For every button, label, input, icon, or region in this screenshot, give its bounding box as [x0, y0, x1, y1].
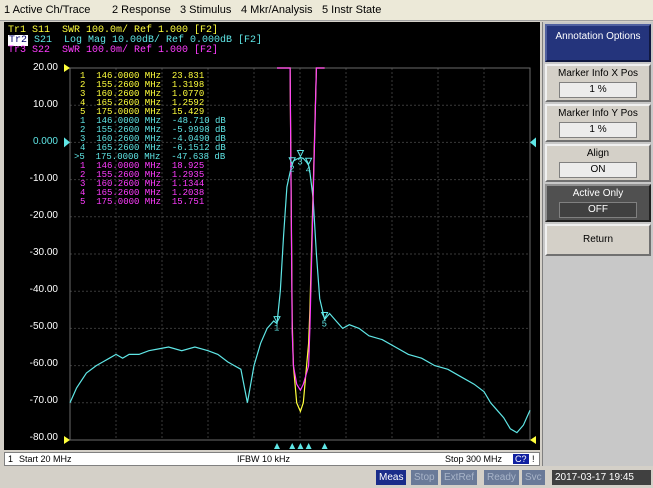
- x-axis-marker-indicator: [289, 443, 296, 449]
- svc-indicator: Svc: [522, 470, 545, 485]
- marker-info-x-pos-label: Marker Info X Pos: [557, 68, 639, 79]
- marker-info-x-pos-value[interactable]: 1 %: [559, 82, 637, 98]
- start-frequency[interactable]: Start 20 MHz: [19, 454, 72, 464]
- softkey-panel: Annotation Options Marker Info X Pos 1 %…: [542, 22, 653, 466]
- align-button[interactable]: Align ON: [545, 144, 651, 182]
- marker-table-row: 5 175.0000 MHz 15.751: [80, 197, 205, 207]
- return-button[interactable]: Return: [545, 224, 651, 256]
- y-tick-label: -10.00: [29, 173, 58, 184]
- ready-indicator: Ready: [484, 470, 519, 485]
- x-axis-marker-indicator: [297, 443, 304, 449]
- stop-frequency[interactable]: Stop 300 MHz: [445, 454, 502, 464]
- measurement-screen[interactable]: 12345 Tr1 S11 SWR 100.0m/ Ref 1.000 [F2]…: [4, 22, 540, 450]
- y-tick-label: -40.00: [29, 284, 58, 295]
- datetime-display: 2017-03-17 19:45: [552, 470, 651, 485]
- reference-pointer-bottom-left: [64, 436, 70, 444]
- marker-label: 2: [289, 165, 294, 175]
- marker-info-y-pos-label: Marker Info Y Pos: [558, 108, 638, 119]
- y-tick-label: -60.00: [29, 358, 58, 369]
- extref-indicator: ExtRef: [441, 470, 478, 485]
- y-tick-label: -20.00: [29, 210, 58, 221]
- y-tick-label: -70.00: [29, 395, 58, 406]
- menu-response[interactable]: 2 Response: [112, 4, 171, 16]
- reference-pointer-bottom-right: [530, 436, 536, 444]
- align-value: ON: [559, 162, 637, 178]
- menu-stimulus[interactable]: 3 Stimulus: [180, 4, 231, 16]
- trace-3-header[interactable]: Tr3 S22 SWR 100.0m/ Ref 1.000 [F2]: [8, 46, 218, 56]
- marker-info-y-pos-button[interactable]: Marker Info Y Pos 1 %: [545, 104, 651, 142]
- menu-mkr-analysis[interactable]: 4 Mkr/Analysis: [241, 4, 313, 16]
- calibration-status-badge: C?: [513, 454, 529, 464]
- channel-status-bar: 1 Start 20 MHz IFBW 10 kHz Stop 300 MHz …: [4, 452, 540, 466]
- instrument-status-bar: Meas Stop ExtRef Ready Svc 2017-03-17 19…: [0, 468, 653, 488]
- x-axis-marker-indicator: [321, 443, 328, 449]
- trace-s11: [277, 67, 325, 414]
- meas-indicator: Meas: [376, 470, 407, 485]
- menu-bar: 1 Active Ch/Trace 2 Response 3 Stimulus …: [0, 0, 653, 21]
- trace-3-label: S22 SWR 100.0m/ Ref 1.000 [F2]: [26, 45, 219, 56]
- menu-active-ch-trace[interactable]: 1 Active Ch/Trace: [4, 4, 90, 16]
- align-label: Align: [586, 148, 610, 159]
- active-only-button[interactable]: Active Only OFF: [545, 184, 651, 222]
- reference-pointer-right: [530, 137, 536, 148]
- y-tick-label: -30.00: [29, 247, 58, 258]
- x-axis-marker-indicator: [274, 443, 280, 449]
- active-only-label: Active Only: [572, 188, 624, 199]
- channel-number: 1: [8, 454, 14, 464]
- reference-pointer-top-left: [64, 64, 70, 72]
- trace-3-id: Tr3: [8, 45, 27, 56]
- y-tick-label: 10.00: [32, 99, 58, 110]
- y-tick-label: -50.00: [29, 321, 58, 332]
- reference-pointer-left: [64, 137, 70, 148]
- marker-label: 1: [274, 324, 279, 334]
- active-only-value: OFF: [559, 202, 637, 218]
- marker-label: 5: [322, 319, 327, 329]
- marker-label: 4: [306, 165, 311, 175]
- y-tick-label: 20.00: [32, 62, 58, 73]
- status-separator: !: [532, 454, 535, 464]
- marker-info-x-pos-button[interactable]: Marker Info X Pos 1 %: [545, 64, 651, 102]
- if-bandwidth[interactable]: IFBW 10 kHz: [237, 454, 290, 464]
- y-tick-label: -80.00: [29, 432, 58, 443]
- y-tick-label-ref: 0.000: [32, 136, 58, 147]
- marker-label: 3: [297, 157, 302, 167]
- softkey-title: Annotation Options: [545, 24, 651, 62]
- x-axis-marker-indicator: [305, 443, 312, 449]
- stop-indicator: Stop: [411, 470, 438, 485]
- marker-info-y-pos-value[interactable]: 1 %: [559, 122, 637, 138]
- menu-instr-state[interactable]: 5 Instr State: [322, 4, 381, 16]
